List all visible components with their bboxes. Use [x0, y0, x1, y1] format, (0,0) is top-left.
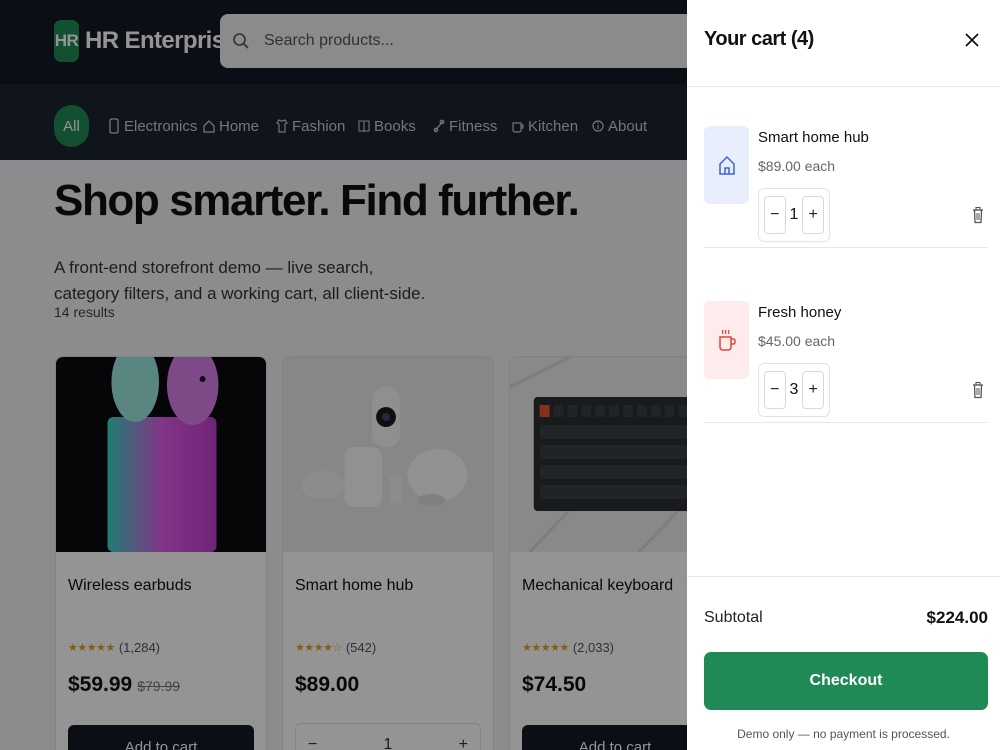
cart-header: Your cart (4) — [687, 0, 1000, 87]
close-button[interactable] — [960, 27, 984, 53]
trash-icon — [973, 206, 983, 224]
decrease-button[interactable]: − — [763, 371, 786, 409]
increase-button[interactable]: + — [802, 371, 825, 409]
remove-item-button[interactable] — [972, 206, 984, 224]
cart-drawer: Your cart (4) Smart home hub $89.00 each… — [687, 0, 1000, 750]
cart-item-thumb — [704, 301, 749, 379]
decrease-button[interactable]: − — [763, 196, 786, 234]
quantity-value: 3 — [789, 381, 799, 398]
cart-title: Your cart (4) — [704, 28, 814, 50]
cart-item-name: Fresh honey — [758, 304, 842, 321]
quantity-stepper: − 3 + — [758, 363, 830, 417]
trash-icon — [973, 381, 983, 399]
cart-item-name: Smart home hub — [758, 129, 869, 146]
payment-disclaimer: Demo only — no payment is processed. — [737, 727, 950, 741]
remove-item-button[interactable] — [972, 381, 984, 399]
mug-icon — [718, 329, 736, 351]
quantity-value: 1 — [789, 206, 799, 223]
cart-item-unit-price: $89.00 each — [758, 158, 836, 174]
cart-item: Smart home hub $89.00 each − 1 + — [704, 88, 988, 248]
subtotal-value: $224.00 — [926, 608, 988, 627]
checkout-button[interactable]: Checkout — [704, 652, 988, 710]
house-icon — [718, 155, 735, 175]
cart-footer: Subtotal $224.00 Checkout Demo only — no… — [687, 576, 1000, 750]
cart-item-thumb — [704, 126, 749, 204]
cart-item-unit-price: $45.00 each — [758, 333, 836, 349]
increase-button[interactable]: + — [802, 196, 825, 234]
quantity-stepper: − 1 + — [758, 188, 830, 242]
close-icon — [965, 33, 979, 47]
subtotal-label: Subtotal — [704, 609, 763, 626]
cart-item: Fresh honey $45.00 each − 3 + — [704, 263, 988, 423]
